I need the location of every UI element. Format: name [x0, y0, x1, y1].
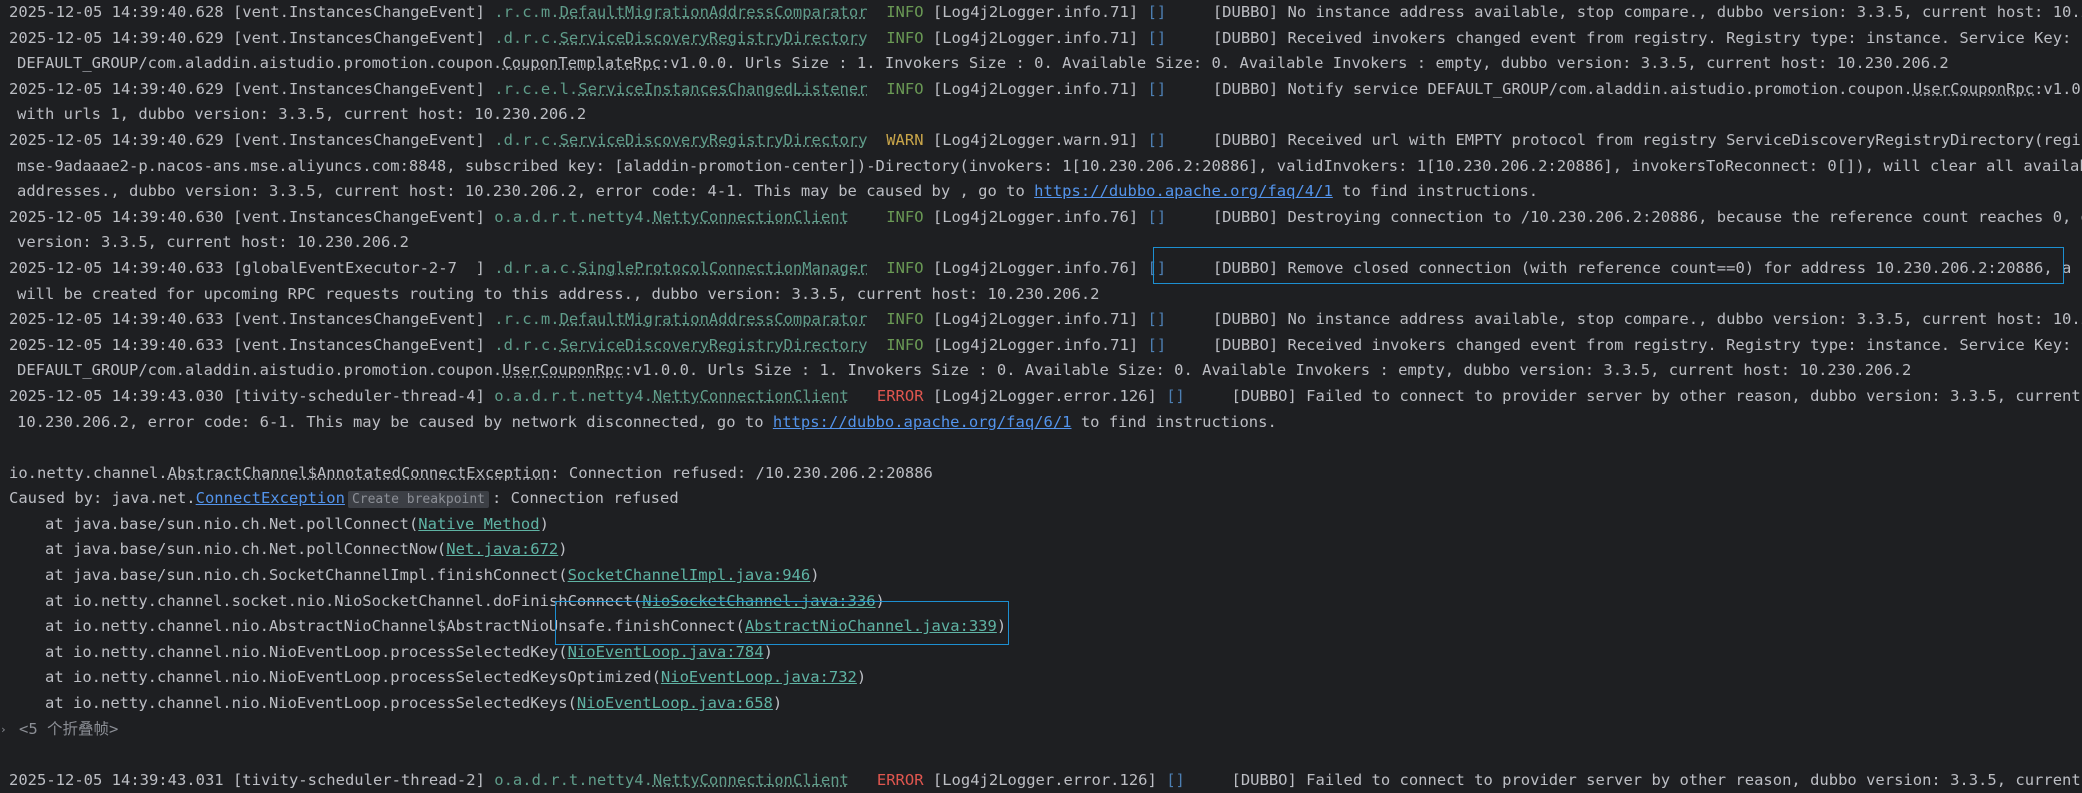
logger-class[interactable]: .r.c.m.DefaultMigrationAddressComparator: [494, 310, 867, 328]
log-level: INFO: [886, 310, 924, 329]
logger-class[interactable]: o.a.d.r.t.netty4.NettyConnectionClient: [494, 208, 849, 226]
stack-frame: at io.netty.channel.nio.NioEventLoop.pro…: [45, 694, 783, 713]
source-link[interactable]: NioEventLoop.java:784: [568, 643, 764, 661]
class-reference[interactable]: UserCouponRpc: [1913, 80, 2034, 98]
log-level: INFO: [886, 335, 924, 354]
source-link[interactable]: AbstractNioChannel.java:339: [745, 617, 997, 635]
exception-line: io.netty.channel.AbstractChannel$Annotat…: [9, 463, 933, 482]
class-reference[interactable]: CouponTemplateRpc: [502, 54, 661, 72]
log-level: ERROR: [876, 386, 924, 405]
log-line-continuation: addresses., dubbo version: 3.3.5, curren…: [17, 182, 1539, 201]
log-line: 2025-12-05 14:39:40.633 [globalEventExec…: [9, 258, 2082, 277]
log-level: ERROR: [876, 770, 924, 789]
faq-link[interactable]: https://dubbo.apache.org/faq/6/1: [773, 413, 1072, 431]
log-line-continuation: with urls 1, dubbo version: 3.3.5, curre…: [17, 105, 587, 124]
log-line: 2025-12-05 14:39:40.629 [vent.InstancesC…: [9, 28, 2072, 47]
source-link[interactable]: NioEventLoop.java:732: [661, 668, 857, 686]
stack-frame: at java.base/sun.nio.ch.Net.pollConnectN…: [45, 540, 568, 559]
faq-link[interactable]: https://dubbo.apache.org/faq/4/1: [1034, 182, 1333, 200]
logger-class[interactable]: o.a.d.r.t.netty4.NettyConnectionClient: [494, 771, 849, 789]
logger-class[interactable]: .d.r.c.ServiceDiscoveryRegistryDirectory: [494, 29, 867, 47]
logger-class[interactable]: .d.r.c.ServiceDiscoveryRegistryDirectory: [494, 336, 867, 354]
source-link[interactable]: Net.java:672: [446, 540, 558, 558]
log-level: INFO: [886, 79, 924, 98]
log-line-continuation: DEFAULT_GROUP/com.aladdin.aistudio.promo…: [17, 361, 1912, 380]
source-link[interactable]: NioEventLoop.java:658: [577, 694, 773, 712]
log-level: INFO: [886, 28, 924, 47]
log-line-continuation: mse-9adaaae2-p.nacos-ans.mse.aliyuncs.co…: [17, 156, 2082, 175]
chevron-right-icon[interactable]: ›: [0, 717, 7, 743]
source-link[interactable]: SocketChannelImpl.java:946: [568, 566, 811, 584]
log-line: 2025-12-05 14:39:43.031 [tivity-schedule…: [9, 770, 2082, 789]
log-line: 2025-12-05 14:39:40.633 [vent.InstancesC…: [9, 335, 2072, 354]
folded-frames-toggle[interactable]: › <5 个折叠帧>: [0, 717, 2082, 743]
log-line-continuation: version: 3.3.5, current host: 10.230.206…: [17, 233, 409, 252]
stack-frame: at io.netty.channel.nio.NioEventLoop.pro…: [45, 668, 867, 687]
logger-class[interactable]: o.a.d.r.t.netty4.NettyConnectionClient: [494, 387, 849, 405]
stack-frame: at io.netty.channel.socket.nio.NioSocket…: [45, 591, 885, 610]
stack-frame: at java.base/sun.nio.ch.SocketChannelImp…: [45, 566, 820, 585]
log-level: WARN: [886, 130, 924, 149]
logger-class[interactable]: .d.r.c.ServiceDiscoveryRegistryDirectory: [494, 131, 867, 149]
exception-link[interactable]: ConnectException: [196, 489, 345, 507]
log-line-continuation: will be created for upcoming RPC request…: [17, 284, 1100, 303]
source-link[interactable]: NioSocketChannel.java:336: [642, 592, 875, 610]
logger-class[interactable]: .r.c.m.DefaultMigrationAddressComparator: [494, 3, 867, 21]
exception-class[interactable]: AbstractChannel$AnnotatedConnectExceptio…: [168, 464, 551, 482]
log-line-continuation: DEFAULT_GROUP/com.aladdin.aistudio.promo…: [17, 54, 1949, 73]
log-line: 2025-12-05 14:39:43.030 [tivity-schedule…: [9, 386, 2082, 405]
stack-frame: at java.base/sun.nio.ch.Net.pollConnect(…: [45, 514, 549, 533]
create-breakpoint-button[interactable]: Create breakpoint: [347, 491, 490, 509]
log-level: INFO: [886, 258, 924, 277]
log-level: INFO: [886, 3, 924, 21]
log-line: 2025-12-05 14:39:40.629 [vent.InstancesC…: [9, 130, 2082, 149]
caused-by-line: Caused by: java.net.ConnectException Crea…: [9, 489, 679, 509]
logger-class[interactable]: .r.c.e.l.ServiceInstancesChangedListener: [494, 80, 867, 98]
source-link[interactable]: Native Method: [418, 515, 539, 533]
log-level: INFO: [886, 207, 924, 226]
console-output: 2025-12-05 14:39:40.628 [vent.InstancesC…: [0, 0, 2082, 793]
log-line-continuation: 10.230.206.2, error code: 6-1. This may …: [17, 412, 1277, 431]
stack-frame: at io.netty.channel.nio.NioEventLoop.pro…: [45, 642, 773, 661]
log-line: 2025-12-05 14:39:40.630 [vent.InstancesC…: [9, 207, 2082, 226]
log-line: 2025-12-05 14:39:40.629 [vent.InstancesC…: [9, 79, 2082, 98]
log-line: 2025-12-05 14:39:40.633 [vent.InstancesC…: [9, 310, 2082, 329]
stack-frame: at io.netty.channel.nio.AbstractNioChann…: [45, 617, 1007, 636]
log-line: 2025-12-05 14:39:40.628 [vent.InstancesC…: [9, 3, 2082, 21]
class-reference[interactable]: UserCouponRpc: [502, 361, 623, 379]
logger-class[interactable]: .d.r.a.c.SingleProtocolConnectionManager: [494, 259, 867, 277]
